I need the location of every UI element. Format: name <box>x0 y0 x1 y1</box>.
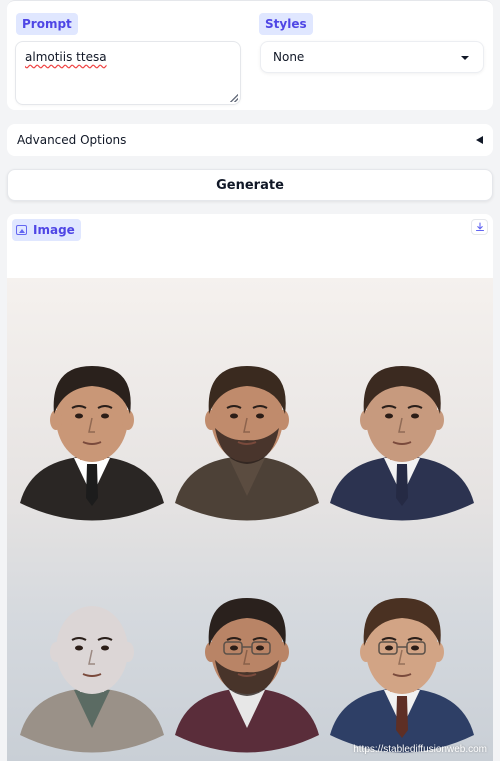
image-output-panel: Image https://stablediffusionweb.com <box>7 214 493 761</box>
resize-handle-icon[interactable] <box>230 94 238 102</box>
image-label-chip: Image <box>12 219 81 241</box>
input-panel: Prompt almotiis ttesa Styles None <box>7 0 493 110</box>
portrait <box>330 366 474 521</box>
portrait <box>20 606 164 753</box>
portrait <box>330 598 474 753</box>
watermark-text: https://stablediffusionweb.com <box>353 744 487 755</box>
generated-image: https://stablediffusionweb.com <box>7 278 493 761</box>
image-label: Image <box>33 223 75 237</box>
portrait-grid <box>20 366 474 753</box>
prompt-input-value: almotiis ttesa <box>25 50 107 64</box>
styles-label: Styles <box>259 13 313 35</box>
prompt-input[interactable]: almotiis ttesa <box>15 41 241 105</box>
download-icon <box>475 222 484 232</box>
portrait <box>20 366 164 521</box>
chevron-down-icon <box>461 56 469 60</box>
generate-button[interactable]: Generate <box>7 169 493 201</box>
advanced-options-label: Advanced Options <box>17 133 127 147</box>
download-button[interactable] <box>471 219 488 235</box>
styles-dropdown[interactable]: None <box>260 41 484 73</box>
styles-selected-value: None <box>273 50 305 64</box>
portrait <box>175 598 319 753</box>
prompt-label: Prompt <box>16 13 78 35</box>
advanced-options-accordion[interactable]: Advanced Options <box>7 124 493 156</box>
image-icon <box>16 225 27 235</box>
portrait <box>175 366 319 521</box>
collapse-arrow-icon[interactable] <box>476 136 483 144</box>
